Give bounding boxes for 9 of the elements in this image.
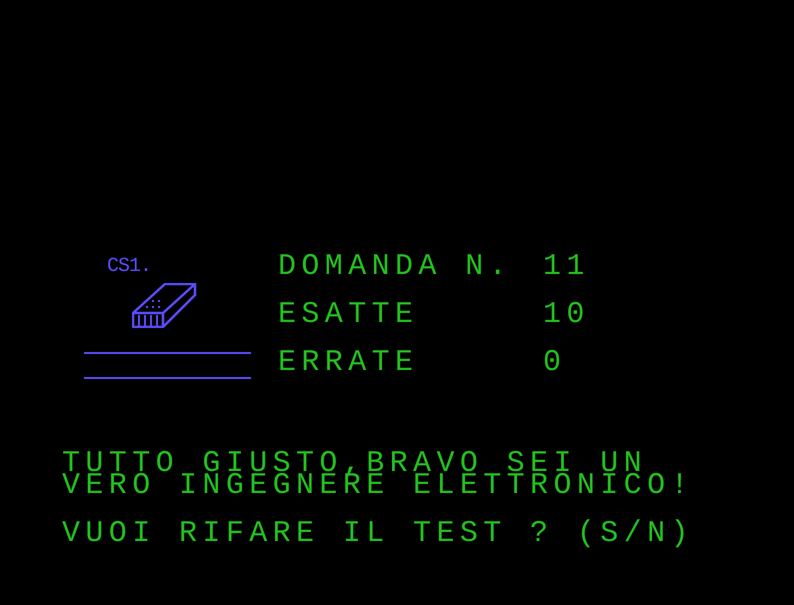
chip-icon [132,283,197,328]
message-line: VERO INGEGNERE ELETTRONICO! [62,475,694,497]
stat-value: 0 [543,352,566,374]
stat-value: 10 [543,304,590,326]
stat-label: DOMANDA N. [278,256,514,278]
stat-label: ERRATE [278,352,420,374]
stat-label: ESATTE [278,304,420,326]
stat-value: 11 [543,256,590,278]
logo-text: CS1. [107,256,152,278]
